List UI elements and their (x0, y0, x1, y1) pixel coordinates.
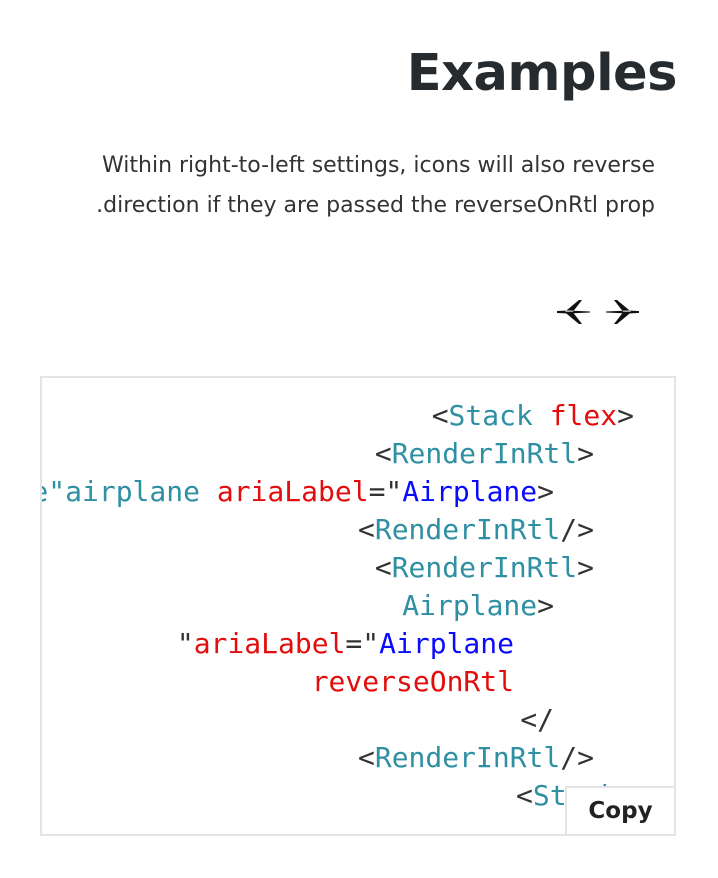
code-tag-name: RenderInRtl (391, 551, 578, 584)
code-line: <Icon icon="airplane"airplane ariaLabel=… (42, 473, 554, 511)
page-heading: Examples (406, 44, 678, 103)
code-punctuation: < (357, 741, 375, 774)
code-string: Airplane (402, 475, 538, 508)
code-line: <RenderInRtl> (375, 435, 594, 473)
airplane-right-icon (606, 300, 639, 324)
code-attribute: reverseOnRtl (311, 665, 514, 698)
code-tag-name: <Icon icon="airplane"airplane (42, 475, 200, 508)
code-punctuation: /> (560, 513, 594, 546)
code-example: <Stack flex> <RenderInRtl> <Icon icon="a… (40, 376, 676, 836)
code-string: Airplane (379, 627, 514, 660)
code-punctuation: > (617, 399, 634, 432)
code-punctuation: < (431, 399, 449, 432)
code-line: Airplane> (402, 587, 554, 625)
code-tag-name: Stack (448, 399, 533, 432)
code-line: <RenderInRtl/> (358, 739, 594, 777)
airplane-icon-group (556, 296, 640, 328)
code-punctuation: > (577, 551, 594, 584)
code-punctuation: /> (560, 741, 594, 774)
code-attribute: flex (549, 399, 618, 432)
code-line: </ (520, 701, 554, 739)
code-line: <Stack flex> (432, 397, 634, 435)
code-tag-name: RenderInRtl (391, 437, 578, 470)
code-punctuation: > (537, 475, 554, 508)
code-punctuation: < (515, 779, 533, 812)
code-punctuation: > (577, 437, 594, 470)
code-punctuation (533, 399, 550, 432)
code-tag-name: RenderInRtl (374, 741, 561, 774)
code-punctuation: =" (368, 475, 403, 508)
code-line: reverseOnRtl (312, 663, 514, 701)
code-attribute: ariaLabel (216, 475, 369, 508)
code-tag-name: Airplane (402, 589, 538, 622)
description-line-2: .direction if they are passed the revers… (96, 193, 655, 218)
code-punctuation: < (374, 437, 392, 470)
code-punctuation: </ (520, 703, 554, 736)
code-punctuation: =" (345, 627, 380, 660)
description-line-1: Within right-to-left settings, icons wil… (102, 153, 655, 178)
code-punctuation: < (357, 513, 375, 546)
code-punctuation: " (176, 627, 194, 660)
code-attribute: ariaLabel (193, 627, 346, 660)
code-punctuation: < (374, 551, 392, 584)
airplane-left-icon (557, 300, 590, 324)
code-punctuation: > (537, 589, 554, 622)
description-text: Within right-to-left settings, icons wil… (15, 146, 655, 226)
code-line: <RenderInRtl> (375, 549, 594, 587)
code-punctuation (200, 475, 217, 508)
copy-button[interactable]: Copy (565, 786, 674, 834)
code-line: "ariaLabel="Airplane (177, 625, 514, 663)
code-line: <RenderInRtl/> (358, 511, 594, 549)
code-tag-name: RenderInRtl (374, 513, 561, 546)
